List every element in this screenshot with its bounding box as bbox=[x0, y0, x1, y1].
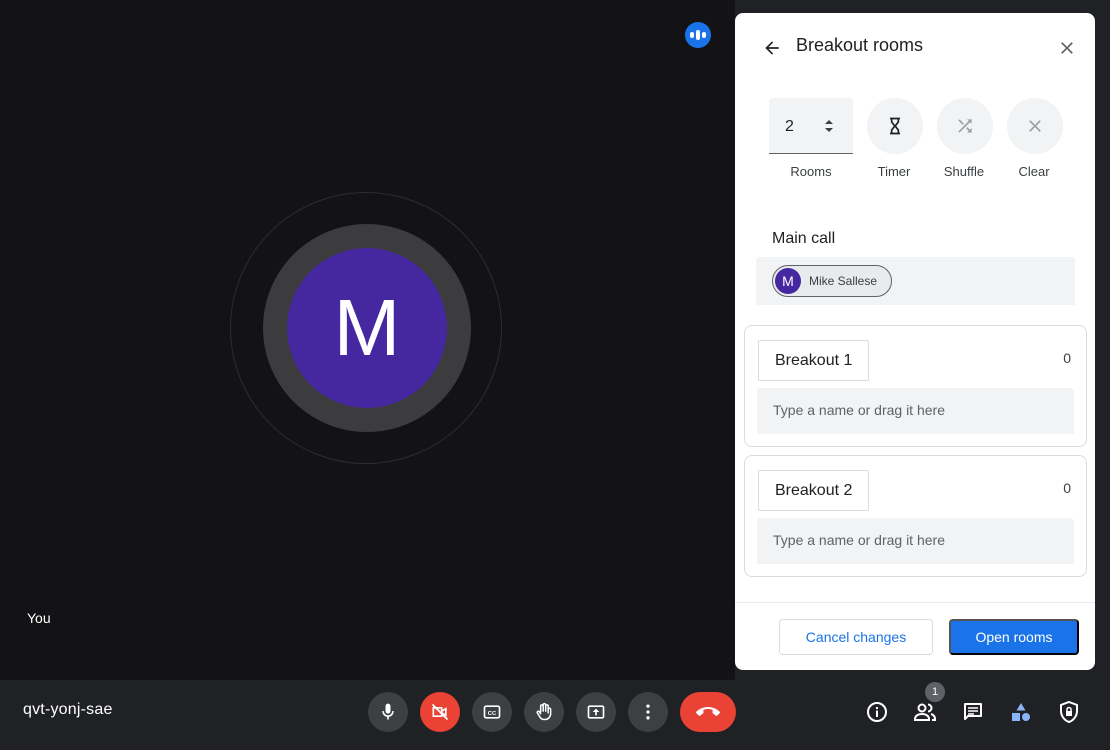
captions-button[interactable]: CC bbox=[472, 692, 512, 732]
meeting-code: qvt-yonj-sae bbox=[23, 701, 113, 718]
room-name-field[interactable]: Breakout 2 bbox=[758, 470, 870, 511]
self-name-label: You bbox=[27, 610, 51, 626]
open-rooms-button[interactable]: Open rooms bbox=[949, 619, 1079, 655]
shuffle-label: Shuffle bbox=[943, 164, 985, 179]
participant-count-badge: 1 bbox=[925, 682, 945, 702]
speaking-indicator-icon bbox=[685, 22, 711, 48]
clear-button[interactable] bbox=[1007, 98, 1063, 154]
cancel-changes-button[interactable]: Cancel changes bbox=[779, 619, 933, 655]
raise-hand-button[interactable] bbox=[524, 692, 564, 732]
mic-icon bbox=[382, 703, 394, 720]
breakout-room-card: Breakout 2 0 Type a name or drag it here bbox=[744, 455, 1087, 577]
host-controls-icon bbox=[1060, 700, 1078, 724]
close-button[interactable] bbox=[1056, 37, 1078, 59]
room-participant-count: 0 bbox=[1063, 480, 1071, 496]
shuffle-icon bbox=[958, 119, 972, 133]
panel-title: Breakout rooms bbox=[796, 35, 924, 55]
hand-icon bbox=[536, 702, 552, 721]
hourglass-icon bbox=[890, 117, 900, 135]
chat-button[interactable] bbox=[961, 700, 985, 724]
chat-icon bbox=[964, 703, 982, 720]
info-icon bbox=[867, 702, 887, 722]
people-icon bbox=[914, 703, 936, 721]
participant-chip[interactable]: M Mike Sallese bbox=[772, 265, 893, 297]
back-button[interactable] bbox=[761, 37, 783, 59]
video-tile: M You bbox=[0, 0, 735, 680]
rooms-count-value: 2 bbox=[785, 118, 794, 135]
close-icon bbox=[1061, 42, 1073, 54]
avatar: M bbox=[775, 268, 801, 294]
end-call-button[interactable] bbox=[680, 692, 736, 732]
footer-divider bbox=[735, 602, 1095, 603]
videocam-off-icon bbox=[431, 703, 449, 721]
shuffle-button[interactable] bbox=[937, 98, 993, 154]
present-button[interactable] bbox=[576, 692, 616, 732]
rooms-count-stepper[interactable]: 2 bbox=[769, 98, 853, 154]
svg-text:CC: CC bbox=[488, 711, 497, 717]
main-call-dropzone[interactable]: M Mike Sallese bbox=[756, 257, 1075, 305]
camera-off-button[interactable] bbox=[420, 692, 460, 732]
spinner-arrows-icon[interactable] bbox=[823, 118, 835, 134]
room-participant-count: 0 bbox=[1063, 350, 1071, 366]
meeting-info-button[interactable] bbox=[865, 700, 889, 724]
activities-icon bbox=[1012, 703, 1030, 721]
present-screen-icon bbox=[587, 705, 605, 719]
breakout-room-card: Breakout 1 0 Type a name or drag it here bbox=[744, 325, 1087, 447]
breakout-rooms-panel: Breakout rooms 2 Rooms Timer Shuffle Cle… bbox=[735, 13, 1095, 670]
main-call-title: Main call bbox=[772, 230, 836, 247]
room-add-participant-input[interactable]: Type a name or drag it here bbox=[757, 388, 1074, 434]
arrow-back-icon bbox=[765, 41, 779, 55]
clear-icon bbox=[1029, 120, 1041, 132]
rooms-label: Rooms bbox=[790, 164, 832, 179]
people-button[interactable] bbox=[913, 700, 937, 724]
clear-label: Clear bbox=[1018, 164, 1050, 179]
microphone-button[interactable] bbox=[368, 692, 408, 732]
room-add-participant-input[interactable]: Type a name or drag it here bbox=[757, 518, 1074, 564]
closed-caption-icon: CC bbox=[483, 705, 501, 719]
timer-button[interactable] bbox=[867, 98, 923, 154]
more-vert-icon bbox=[646, 704, 650, 720]
timer-label: Timer bbox=[877, 164, 911, 179]
call-end-icon bbox=[696, 707, 720, 716]
participant-name: Mike Sallese bbox=[809, 274, 878, 288]
activities-button[interactable] bbox=[1009, 700, 1033, 724]
participant-avatar: M bbox=[287, 248, 447, 408]
room-name-field[interactable]: Breakout 1 bbox=[758, 340, 870, 381]
host-controls-button[interactable] bbox=[1057, 700, 1081, 724]
more-options-button[interactable] bbox=[628, 692, 668, 732]
